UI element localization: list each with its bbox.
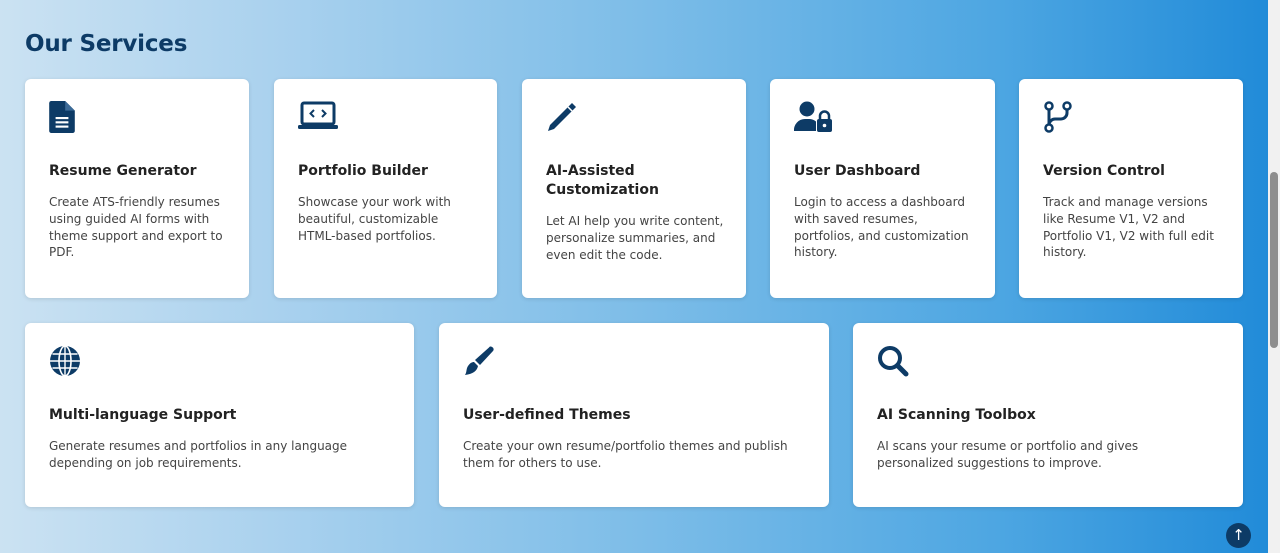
paintbrush-icon [463,345,503,379]
service-card-version-control[interactable]: Version Control Track and manage version… [1019,79,1243,298]
arrow-up-icon: ↑ [1232,526,1245,544]
service-title: User-defined Themes [463,407,631,423]
service-title: User Dashboard [794,163,921,179]
services-section: Our Services Resume Generator Create ATS… [0,0,1268,553]
service-title: AI Scanning Toolbox [877,407,1036,423]
section-title: Our Services [25,31,188,57]
service-title: Version Control [1043,163,1165,179]
service-card-portfolio-builder[interactable]: Portfolio Builder Showcase your work wit… [274,79,497,298]
service-description: Showcase your work with beautiful, custo… [298,195,451,243]
vertical-scrollbar[interactable] [1268,0,1280,553]
code-branch-icon [1043,101,1083,135]
document-icon [49,101,89,135]
service-title: Portfolio Builder [298,163,428,179]
search-icon [877,345,917,379]
service-card-ai-scanning[interactable]: AI Scanning Toolbox AI scans your resume… [853,323,1243,507]
service-title: Multi-language Support [49,407,237,423]
service-card-resume-generator[interactable]: Resume Generator Create ATS-friendly res… [25,79,249,298]
service-card-user-dashboard[interactable]: User Dashboard Login to access a dashboa… [770,79,995,298]
service-card-multi-language[interactable]: Multi-language Support Generate resumes … [25,323,414,507]
user-lock-icon [794,101,834,135]
service-title: AI-Assisted Customization [546,163,659,198]
service-description: Create ATS-friendly resumes using guided… [49,195,223,260]
service-description: AI scans your resume or portfolio and gi… [877,439,1139,470]
service-description: Generate resumes and portfolios in any l… [49,439,348,470]
service-description: Login to access a dashboard with saved r… [794,195,969,260]
scrollbar-thumb[interactable] [1270,172,1278,348]
service-description: Create your own resume/portfolio themes … [463,439,788,470]
service-description: Let AI help you write content, personali… [546,214,724,262]
globe-icon [49,345,89,379]
scroll-to-top-button[interactable]: ↑ [1226,523,1251,548]
service-card-user-themes[interactable]: User-defined Themes Create your own resu… [439,323,829,507]
service-title: Resume Generator [49,163,197,179]
pen-icon [546,101,586,135]
service-card-ai-customization[interactable]: AI-Assisted Customization Let AI help yo… [522,79,746,298]
laptop-code-icon [298,101,338,135]
service-description: Track and manage versions like Resume V1… [1043,195,1214,260]
